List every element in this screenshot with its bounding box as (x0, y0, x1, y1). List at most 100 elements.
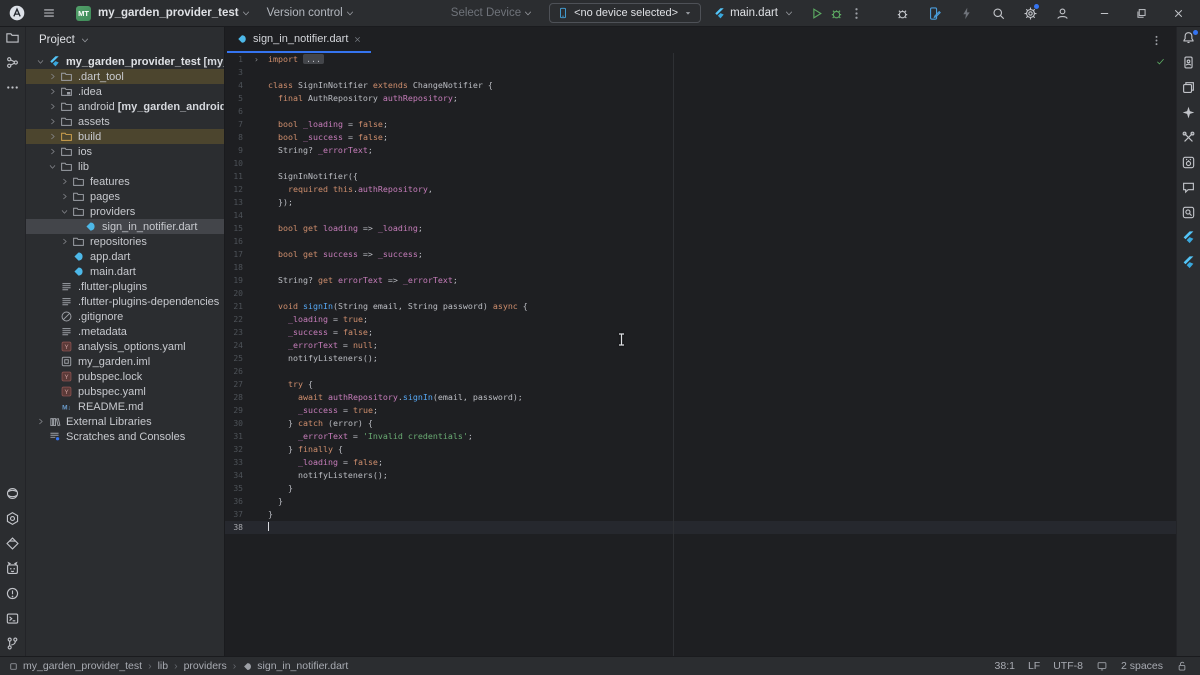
main-menu-icon[interactable] (42, 6, 56, 20)
code-line[interactable]: 19 String? get errorText => _errorText; (225, 274, 1176, 287)
tree-row[interactable]: main.dart (26, 264, 224, 279)
tree-row[interactable]: analysis_options.yaml (26, 339, 224, 354)
fold-marker[interactable] (245, 352, 268, 365)
breadcrumb-item[interactable]: my_garden_provider_test (8, 660, 142, 672)
code-line[interactable]: 12 required this.authRepository, (225, 183, 1176, 196)
fold-marker[interactable] (245, 79, 268, 92)
code-line[interactable]: 14 (225, 209, 1176, 222)
code-line[interactable]: 38 (225, 521, 1176, 534)
fold-marker[interactable] (245, 131, 268, 144)
profile-app-button[interactable] (956, 3, 976, 23)
editor-options-button[interactable] (1150, 34, 1163, 47)
tree-chevron[interactable] (46, 147, 59, 156)
device-selector-combo[interactable]: <no device selected> (549, 3, 701, 23)
breadcrumb-item[interactable]: › (174, 660, 178, 672)
tree-row[interactable]: .flutter-plugins-dependencies (26, 294, 224, 309)
tree-row[interactable]: pages (26, 189, 224, 204)
highlighting-level-widget[interactable] (1096, 660, 1108, 672)
fold-marker[interactable] (245, 105, 268, 118)
breadcrumb-item[interactable]: providers (184, 660, 227, 672)
fold-marker[interactable] (245, 456, 268, 469)
app-inspection-tool-button[interactable] (3, 510, 23, 526)
tree-chevron[interactable] (46, 87, 59, 96)
code-line[interactable]: 24 _errorText = null; (225, 339, 1176, 352)
code-line[interactable]: 34 notifyListeners(); (225, 469, 1176, 482)
fold-marker[interactable] (245, 183, 268, 196)
fold-marker[interactable] (245, 521, 268, 534)
code-line[interactable]: 31 _errorText = 'Invalid credentials'; (225, 430, 1176, 443)
gemini-button[interactable] (1179, 104, 1199, 120)
code-line[interactable]: 21 void signIn(String email, String pass… (225, 300, 1176, 313)
close-button[interactable] (1168, 3, 1188, 23)
tree-row[interactable]: .idea (26, 84, 224, 99)
tree-chevron[interactable] (58, 207, 71, 216)
fold-marker[interactable] (245, 209, 268, 222)
terminal-tool-button[interactable] (3, 610, 23, 626)
tree-row[interactable]: .metadata (26, 324, 224, 339)
problems-tool-button[interactable] (3, 585, 23, 601)
fold-marker[interactable] (245, 391, 268, 404)
tree-row[interactable]: lib (26, 159, 224, 174)
tree-chevron[interactable] (34, 417, 47, 426)
tree-chevron[interactable] (58, 192, 71, 201)
attach-debugger-button[interactable] (892, 3, 912, 23)
tree-row[interactable]: pubspec.lock (26, 369, 224, 384)
code-line[interactable]: 35 } (225, 482, 1176, 495)
close-tab-icon[interactable] (353, 35, 362, 44)
code-line[interactable]: 3 (225, 66, 1176, 79)
line-separator-widget[interactable]: LF (1028, 660, 1040, 672)
tree-row[interactable]: providers (26, 204, 224, 219)
more-actions-button[interactable] (846, 3, 866, 23)
fold-marker[interactable] (245, 404, 268, 417)
project-name-button[interactable]: my_garden_provider_test (98, 7, 239, 19)
fold-marker[interactable] (245, 326, 268, 339)
tree-row[interactable]: my_garden_provider_test [my_garden] ~/Fl (26, 54, 224, 69)
tree-chevron[interactable] (58, 237, 71, 246)
tree-row[interactable]: Scratches and Consoles (26, 429, 224, 444)
tree-chevron[interactable] (46, 162, 59, 171)
tree-row[interactable]: README.md (26, 399, 224, 414)
debug-button[interactable] (826, 3, 846, 23)
tree-row[interactable]: assets (26, 114, 224, 129)
caret-position-widget[interactable]: 38:1 (995, 660, 1015, 672)
fold-marker[interactable] (245, 430, 268, 443)
fold-marker[interactable] (245, 300, 268, 313)
code-line[interactable]: 33 _loading = false; (225, 456, 1176, 469)
version-control-tool-button[interactable] (3, 635, 23, 651)
project-tool-button[interactable] (3, 29, 23, 45)
code-line[interactable]: 29 _success = true; (225, 404, 1176, 417)
code-line[interactable]: 26 (225, 365, 1176, 378)
code-line[interactable]: 10 (225, 157, 1176, 170)
running-devices-button[interactable] (1179, 79, 1199, 95)
logcat-tool-button[interactable] (3, 560, 23, 576)
code-editor[interactable]: 1 › import ... 3 4 class SignInNotifier … (225, 53, 1176, 656)
code-line[interactable]: 25 notifyListeners(); (225, 352, 1176, 365)
fold-marker[interactable] (245, 274, 268, 287)
fold-marker[interactable] (245, 222, 268, 235)
tree-row[interactable]: sign_in_notifier.dart (26, 219, 224, 234)
build-variants-button[interactable] (1179, 129, 1199, 145)
code-line[interactable]: 27 try { (225, 378, 1176, 391)
tree-row[interactable]: ios (26, 144, 224, 159)
inspections-ok-icon[interactable] (1155, 56, 1166, 67)
editor-tab[interactable]: sign_in_notifier.dart (227, 27, 371, 53)
tree-row[interactable]: features (26, 174, 224, 189)
device-manager-button[interactable] (1179, 54, 1199, 70)
code-line[interactable]: 9 String? _errorText; (225, 144, 1176, 157)
tree-row[interactable]: android [my_garden_android] (26, 99, 224, 114)
code-line[interactable]: 32 } finally { (225, 443, 1176, 456)
code-line[interactable]: 15 bool get loading => _loading; (225, 222, 1176, 235)
notifications-button[interactable] (1179, 29, 1199, 45)
structural-search-button[interactable] (1179, 204, 1199, 220)
fold-marker[interactable] (245, 118, 268, 131)
tree-row[interactable]: External Libraries (26, 414, 224, 429)
flutter-outline-button[interactable] (1179, 229, 1199, 245)
code-line[interactable]: 18 (225, 261, 1176, 274)
fold-marker[interactable] (245, 287, 268, 300)
encoding-widget[interactable]: UTF-8 (1053, 660, 1083, 672)
breadcrumb-item[interactable]: › (148, 660, 152, 672)
fold-marker[interactable] (245, 508, 268, 521)
fold-marker[interactable] (245, 417, 268, 430)
fold-marker[interactable] (245, 196, 268, 209)
fold-marker[interactable] (245, 443, 268, 456)
